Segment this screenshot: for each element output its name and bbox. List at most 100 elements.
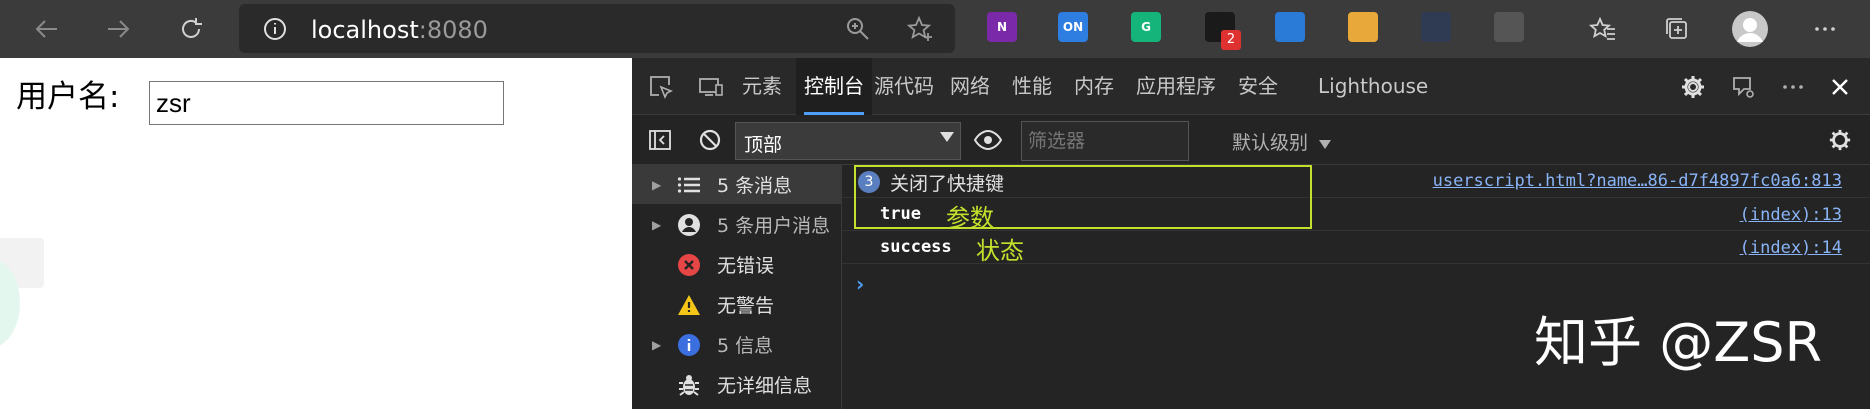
cloud-ext-extension-icon[interactable] <box>1275 12 1305 42</box>
devtools-close-button[interactable] <box>1825 72 1855 102</box>
filter-input[interactable] <box>1021 121 1189 161</box>
live-expression-button[interactable] <box>972 126 1004 154</box>
context-select[interactable]: 顶部 <box>735 122 961 160</box>
more-icon <box>1815 27 1835 31</box>
sync-ext-extension-icon[interactable] <box>1421 12 1451 42</box>
console-message[interactable]: success 状态 (index):14 <box>842 231 1870 265</box>
web-page: 用户名: <box>0 58 632 409</box>
eye-icon <box>973 129 1003 151</box>
star-add-icon <box>906 15 932 41</box>
devtools-tab[interactable]: 网络 <box>942 58 998 115</box>
link-ext-extension-icon[interactable] <box>1494 12 1524 42</box>
username-input[interactable] <box>149 81 504 125</box>
profile-button[interactable] <box>1730 9 1770 49</box>
sidebar-item-label: 无详细信息 <box>717 375 813 397</box>
source-link[interactable]: (index):14 <box>1740 238 1842 258</box>
browser-toolbar: localhost:8080 N ON G 2 <box>0 0 1870 58</box>
devtools-tab[interactable]: 性能 <box>1004 58 1060 115</box>
console-prompt-icon[interactable]: › <box>856 272 864 296</box>
colorful-ext-extension-icon[interactable] <box>1348 12 1378 42</box>
devtools-tab[interactable]: 源代码 <box>866 58 942 115</box>
devtools-tab-bar: 元素 控制台 源代码 网络 性能 内存 应用程序 安全 Lighthouse <box>632 58 1870 115</box>
devtools-tab[interactable]: 应用程序 <box>1128 58 1224 115</box>
inspect-element-button[interactable] <box>646 72 676 102</box>
devtools-tab[interactable]: 安全 <box>1230 58 1286 115</box>
list-icon <box>676 172 702 198</box>
info-icon[interactable] <box>261 15 289 43</box>
settings-more-button[interactable] <box>1808 12 1842 46</box>
grammarly-extension-icon[interactable]: G <box>1131 12 1161 42</box>
avatar-icon <box>1732 11 1768 47</box>
devtools-tab[interactable]: 内存 <box>1066 58 1122 115</box>
source-link[interactable]: userscript.html?name…86-d7f4897fc0a6:813 <box>1433 171 1842 191</box>
watermark: 知乎 @ZSR <box>1534 311 1822 374</box>
device-icon <box>699 78 723 96</box>
expand-arrow-icon[interactable]: ▶ <box>652 178 661 192</box>
inspect-icon <box>650 76 673 99</box>
username-label: 用户名: <box>16 79 120 115</box>
source-link[interactable]: (index):13 <box>1740 205 1842 225</box>
caret-down-icon <box>1319 140 1332 149</box>
address-host: localhost <box>311 16 419 44</box>
refresh-button[interactable] <box>174 12 208 46</box>
info-icon <box>676 332 702 358</box>
devtools-more-button[interactable] <box>1778 72 1808 102</box>
sidebar-item[interactable]: 无错误 <box>632 245 842 284</box>
collections-icon <box>1666 18 1687 39</box>
extension-badge: 2 <box>1221 30 1241 50</box>
sidebar-item[interactable]: 无详细信息 <box>632 365 842 404</box>
feedback-button[interactable] <box>1728 72 1758 102</box>
gear-icon <box>1829 129 1851 151</box>
expand-arrow-icon[interactable]: ▶ <box>652 338 661 352</box>
favorites-button[interactable] <box>1586 12 1620 46</box>
zoom-icon <box>847 18 869 40</box>
expand-arrow-icon[interactable]: ▶ <box>652 218 661 232</box>
zoom-button[interactable] <box>843 14 873 44</box>
annotation-label: 状态 <box>976 237 1024 265</box>
devtools-settings-button[interactable] <box>1678 72 1708 102</box>
warning-icon <box>676 292 702 318</box>
sidebar-item[interactable]: 无警告 <box>632 285 842 324</box>
address-port: :8080 <box>418 16 488 44</box>
favorites-star-icon <box>1589 16 1615 40</box>
sidebar-item[interactable]: ▶ 5 条消息 <box>632 165 842 204</box>
chevron-down-icon <box>940 132 954 142</box>
gear-icon <box>1682 76 1704 98</box>
back-button[interactable] <box>30 12 64 46</box>
forward-button[interactable] <box>101 12 135 46</box>
devtools-tab[interactable]: 元素 <box>734 58 790 115</box>
favorite-button[interactable] <box>905 14 935 44</box>
sidebar-item[interactable]: ▶ 5 信息 <box>632 325 842 364</box>
device-toolbar-button[interactable] <box>696 72 726 102</box>
collections-button[interactable] <box>1660 12 1694 46</box>
clear-console-button[interactable] <box>696 126 724 154</box>
sidebar-item-label: 无警告 <box>717 295 775 317</box>
context-select-value: 顶部 <box>744 134 783 156</box>
console-settings-button[interactable] <box>1826 126 1854 154</box>
error-icon <box>676 252 702 278</box>
toggle-sidebar-button[interactable] <box>646 126 674 154</box>
close-icon <box>1832 79 1848 95</box>
highlight-box <box>854 165 1312 229</box>
on-toggle-extension-icon[interactable]: ON <box>1058 12 1088 42</box>
devtools-panel: 元素控制台源代码网络性能内存应用程序安全Lighthouse 顶部 默 <box>632 58 1870 409</box>
block-icon <box>699 129 721 151</box>
devtools-tab[interactable]: 控制台 <box>796 58 872 115</box>
log-level-select[interactable]: 默认级别 <box>1232 128 1332 154</box>
sidebar-item[interactable]: ▶ 5 条用户消息 <box>632 205 842 244</box>
console-toolbar: 顶部 默认级别 <box>632 115 1870 165</box>
devtools-tab[interactable]: Lighthouse <box>1310 58 1436 115</box>
feedback-icon <box>1733 77 1754 98</box>
sidebar-item-label: 无错误 <box>717 255 775 277</box>
sidebar-item-label: 5 条消息 <box>717 175 793 197</box>
onenote-extension-icon[interactable]: N <box>987 12 1017 42</box>
arrow-right-icon <box>108 20 130 38</box>
arrow-left-icon <box>35 20 57 38</box>
bug-icon <box>676 372 702 398</box>
log-level-label: 默认级别 <box>1232 132 1309 154</box>
address-text[interactable]: localhost:8080 <box>311 16 488 44</box>
sidebar-item-label: 5 条用户消息 <box>717 215 831 237</box>
sidebar-item-label: 5 信息 <box>717 335 774 357</box>
more-icon <box>1783 85 1803 89</box>
address-bar[interactable]: localhost:8080 <box>239 4 955 53</box>
